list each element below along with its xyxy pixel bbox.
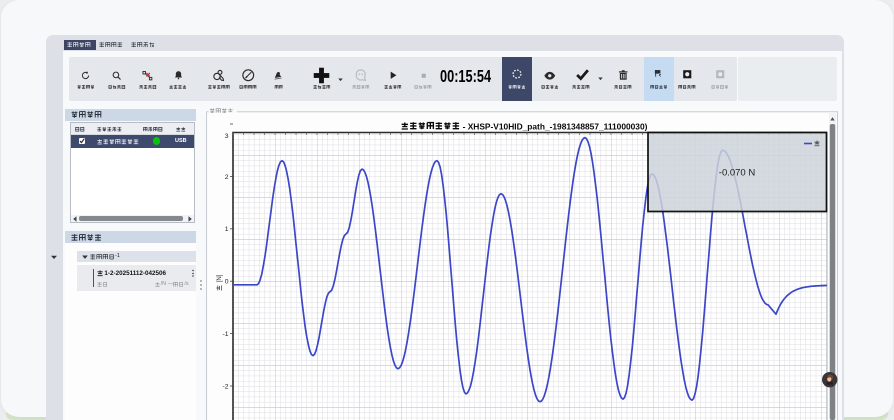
svg-text:3: 3: [225, 133, 229, 140]
svg-text:-0.070 N: -0.070 N: [719, 168, 756, 179]
svg-text:2: 2: [225, 174, 229, 181]
svg-text:- XHSP-V10HID_path_-1981348857: - XHSP-V10HID_path_-1981348857_111000030…: [463, 121, 648, 131]
svg-text:-2: -2: [222, 383, 228, 390]
svg-text:0: 0: [225, 279, 229, 286]
svg-text:[N]: [N]: [217, 274, 223, 282]
svg-text:-1: -1: [222, 331, 228, 338]
svg-text:1: 1: [225, 226, 229, 233]
